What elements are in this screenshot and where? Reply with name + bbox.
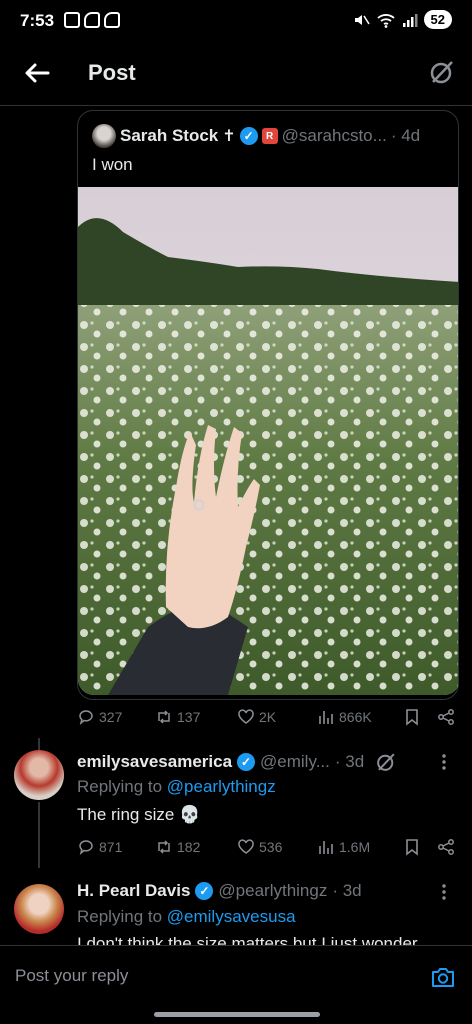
author-name[interactable]: H. Pearl Davis (77, 881, 190, 901)
heart-icon (238, 709, 254, 724)
page-title: Post (88, 60, 136, 85)
like-count: 536 (259, 839, 283, 855)
avatar[interactable] (14, 750, 64, 800)
replying-to-link[interactable]: @pearlythingz (167, 777, 276, 796)
author-handle: @emily... (260, 752, 330, 771)
repost-count: 182 (177, 839, 201, 855)
author-name[interactable]: Sarah Stock (120, 126, 218, 146)
repost-count: 137 (177, 709, 201, 725)
signal-icon (402, 13, 418, 27)
repost-button[interactable]: 182 (155, 838, 237, 856)
view-count: 1.6M (339, 839, 371, 855)
views-icon (319, 711, 333, 724)
affiliate-badge-icon: R (261, 128, 278, 144)
more-options-icon[interactable] (434, 882, 454, 902)
post-text: I won (92, 155, 133, 174)
cross-icon: ✝ (222, 128, 236, 145)
views-button[interactable]: 866K (317, 708, 403, 726)
repost-button[interactable]: 137 (155, 708, 237, 726)
post-actions: 327 137 2K 866K (77, 708, 459, 726)
like-button[interactable]: 2K (237, 708, 317, 726)
reply-header: emilysavesamerica ✓ @emily... · 3d (77, 751, 397, 773)
app-notification-icon-2 (104, 12, 120, 28)
camera-icon[interactable] (430, 964, 456, 990)
more-options-icon[interactable] (434, 752, 454, 772)
reply-text: The ring size 💀 (77, 805, 201, 824)
share-icon[interactable] (437, 708, 455, 726)
post-time: · 4d (390, 126, 421, 145)
post-time: · 3d (334, 752, 365, 771)
views-icon (319, 841, 333, 854)
reply-icon (79, 840, 93, 856)
field-photo (78, 187, 458, 695)
grok-icon[interactable] (375, 751, 397, 773)
wifi-icon (376, 13, 395, 28)
battery-indicator: 52 (423, 10, 452, 29)
bookmark-icon[interactable] (403, 708, 421, 726)
reply-composer: Post your reply (0, 945, 472, 1007)
avatar[interactable] (92, 124, 116, 148)
share-icon[interactable] (437, 838, 455, 856)
heart-icon (238, 839, 254, 854)
author-handle: @pearlythingz (218, 881, 328, 900)
status-bar: 7:53 52 (0, 0, 472, 44)
reply-post[interactable]: H. Pearl Davis ✓ @pearlythingz · 3d Repl… (0, 870, 472, 945)
reply-button[interactable]: 327 (77, 708, 155, 726)
reply-button[interactable]: 871 (77, 838, 155, 856)
replying-to-link[interactable]: @emilysavesusa (167, 907, 296, 926)
reply-actions: 871 182 536 1.6M (77, 838, 459, 856)
screenshot-icon (64, 12, 80, 28)
reply-icon (79, 710, 93, 726)
reply-count: 871 (99, 839, 123, 855)
replying-prefix: Replying to (77, 777, 167, 796)
post-image[interactable] (78, 187, 458, 695)
author-handle: @sarahcsto... (281, 126, 387, 145)
like-button[interactable]: 536 (237, 838, 317, 856)
grok-icon[interactable] (428, 58, 456, 86)
reply-text: I don't think the size matters but I jus… (77, 934, 418, 945)
bookmark-icon[interactable] (403, 838, 421, 856)
like-count: 2K (259, 709, 277, 725)
repost-icon (158, 710, 170, 724)
home-indicator[interactable] (154, 1012, 320, 1017)
top-app-bar: Post (0, 46, 472, 106)
verified-badge-icon: ✓ (239, 127, 258, 145)
app-notification-icon (84, 12, 100, 28)
views-button[interactable]: 1.6M (317, 838, 403, 856)
back-arrow-icon[interactable] (22, 58, 52, 88)
mute-icon (354, 14, 370, 25)
verified-badge-icon: ✓ (237, 753, 256, 771)
avatar[interactable] (14, 884, 64, 934)
system-icons: 52 (352, 10, 452, 29)
reply-input[interactable]: Post your reply (15, 966, 128, 986)
status-time: 7:53 (20, 11, 55, 30)
reply-header: H. Pearl Davis ✓ @pearlythingz · 3d (77, 881, 362, 901)
quoted-post-header: Sarah Stock ✝ ✓ R @sarahcsto... · 4d (92, 124, 420, 148)
quoted-post-card[interactable]: Sarah Stock ✝ ✓ R @sarahcsto... · 4d I w… (77, 110, 459, 700)
reply-count: 327 (99, 709, 123, 725)
notification-icons (64, 12, 120, 28)
repost-icon (158, 840, 170, 854)
view-count: 866K (339, 709, 372, 725)
replying-to: Replying to @pearlythingz (77, 777, 276, 797)
thread-connector (38, 802, 40, 868)
post-time: · 3d (332, 881, 362, 900)
replying-to: Replying to @emilysavesusa (77, 907, 296, 927)
author-name[interactable]: emilysavesamerica (77, 752, 232, 772)
verified-badge-icon: ✓ (195, 882, 214, 900)
replying-prefix: Replying to (77, 907, 167, 926)
